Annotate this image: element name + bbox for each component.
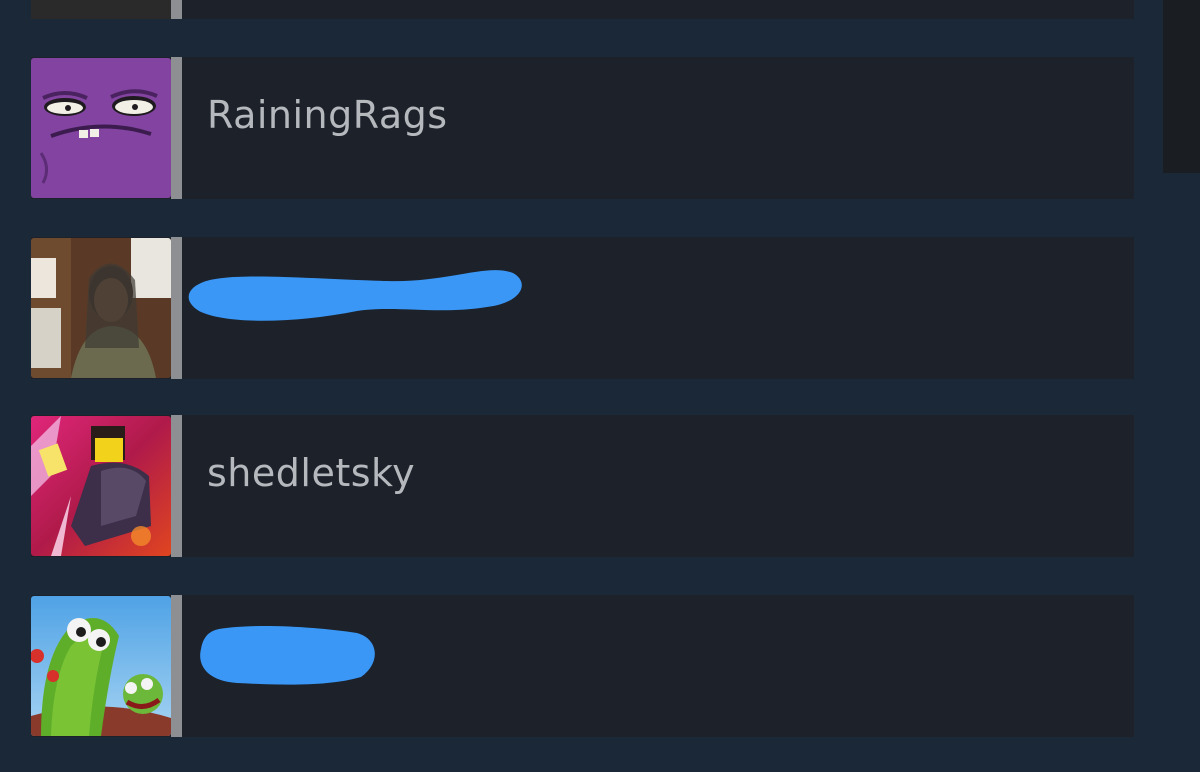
- avatar: [31, 0, 171, 19]
- friend-row[interactable]: shedletsky: [31, 415, 1134, 557]
- person-photo-avatar: [31, 238, 171, 378]
- status-indicator: [171, 237, 182, 379]
- game-character-avatar: [31, 416, 171, 556]
- redaction-scribble: [200, 626, 375, 685]
- friend-row[interactable]: RainingRags: [31, 57, 1134, 199]
- redaction-scribble: [188, 270, 522, 321]
- purple-cartoon-face-avatar: [31, 58, 171, 198]
- friend-row[interactable]: [31, 237, 1134, 379]
- status-indicator: [171, 0, 182, 19]
- friends-list: RainingRags shedletsky: [0, 0, 1200, 772]
- side-panel: [1163, 0, 1200, 173]
- status-indicator: [171, 57, 182, 199]
- friend-name: RainingRags: [207, 93, 448, 137]
- status-indicator: [171, 595, 182, 737]
- friend-name: shedletsky: [207, 451, 416, 495]
- friend-row[interactable]: [31, 595, 1134, 737]
- status-indicator: [171, 415, 182, 557]
- friend-row-partial[interactable]: [31, 0, 1134, 19]
- green-cartoon-creature-avatar: [31, 596, 171, 736]
